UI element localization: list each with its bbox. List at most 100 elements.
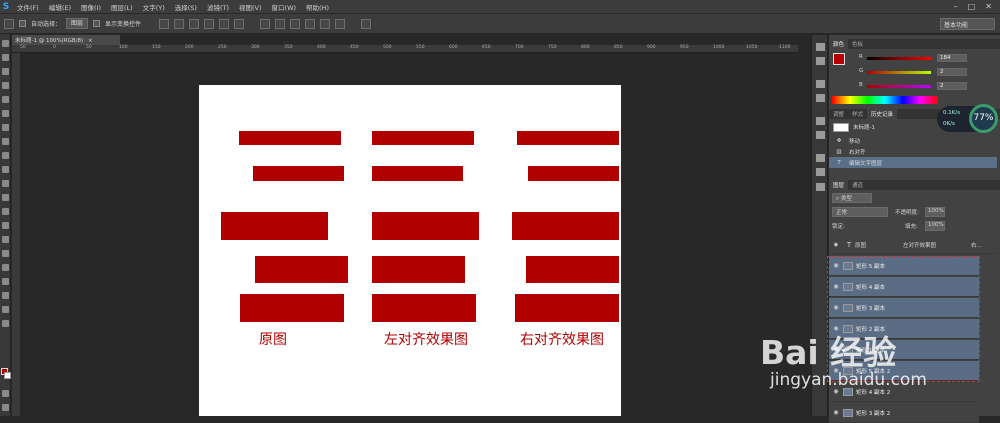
- fill-input[interactable]: 100%: [925, 221, 945, 231]
- history-panel-icon[interactable]: [816, 43, 825, 51]
- show-transform-checkbox[interactable]: [93, 20, 101, 27]
- auto-align-icon[interactable]: [361, 18, 372, 29]
- clone-source-icon[interactable]: [816, 168, 825, 176]
- blue-channel-slider[interactable]: [867, 85, 931, 88]
- menu-type[interactable]: 文字(Y): [138, 2, 170, 12]
- distribute-hcenter-icon[interactable]: [320, 18, 331, 29]
- screen-mode-icon[interactable]: [2, 404, 9, 411]
- crop-tool-icon[interactable]: [2, 96, 9, 103]
- rect-original-1[interactable]: [239, 131, 341, 145]
- menu-edit[interactable]: 编辑(E): [44, 2, 76, 12]
- history-item[interactable]: ▥ 右对齐: [829, 146, 997, 157]
- rect-right-4[interactable]: [526, 256, 619, 283]
- label-right-aligned[interactable]: 右对齐效果图: [520, 329, 604, 349]
- rect-original-2[interactable]: [253, 166, 344, 181]
- text-layer-row[interactable]: ◉ T 原图 左对齐效果图 右...: [829, 237, 997, 254]
- menu-select[interactable]: 选择(S): [170, 2, 202, 12]
- type-tool-icon[interactable]: [2, 250, 9, 257]
- move-tool-icon[interactable]: [2, 40, 9, 47]
- document-canvas[interactable]: 原图 左对齐效果图 右对齐效果图: [199, 85, 621, 416]
- hand-tool-icon[interactable]: [2, 292, 9, 299]
- tab-swatches[interactable]: 色板: [848, 39, 867, 49]
- pen-tool-icon[interactable]: [2, 236, 9, 243]
- tool-presets-icon[interactable]: [816, 154, 825, 162]
- tab-layers[interactable]: 图层: [829, 180, 849, 190]
- align-left-icon[interactable]: [204, 18, 215, 29]
- history-brush-tool-icon[interactable]: [2, 166, 9, 173]
- paragraph-panel-icon[interactable]: [816, 94, 825, 102]
- horizontal-ruler[interactable]: 50 0 50 100 150 200 250 300 350 400 450 500 550 600 65…: [12, 45, 798, 53]
- green-channel-slider[interactable]: [867, 71, 931, 74]
- menu-help[interactable]: 帮助(H): [301, 2, 334, 12]
- align-bottom-icon[interactable]: [189, 18, 200, 29]
- distribute-right-icon[interactable]: [335, 18, 346, 29]
- blue-channel-input[interactable]: 2: [937, 82, 967, 90]
- brush-tool-icon[interactable]: [2, 138, 9, 145]
- lasso-tool-icon[interactable]: [2, 68, 9, 75]
- path-select-tool-icon[interactable]: [2, 264, 9, 271]
- shape-tool-icon[interactable]: [2, 278, 9, 285]
- tab-styles[interactable]: 样式: [848, 109, 867, 119]
- green-channel-input[interactable]: 2: [937, 68, 967, 76]
- distribute-bottom-icon[interactable]: [290, 18, 301, 29]
- layer-row[interactable]: ◉ 矩形 3 副本 2: [829, 403, 979, 423]
- distribute-vcenter-icon[interactable]: [275, 18, 286, 29]
- blend-mode-dropdown[interactable]: 正常: [832, 207, 888, 217]
- photoshop-logo-icon[interactable]: S: [0, 2, 12, 12]
- gradient-tool-icon[interactable]: [2, 194, 9, 201]
- rect-right-5[interactable]: [515, 294, 619, 322]
- rect-left-2[interactable]: [372, 166, 463, 181]
- marquee-tool-icon[interactable]: [2, 54, 9, 61]
- color-foreground-swatch[interactable]: [833, 53, 845, 65]
- visibility-eye-icon[interactable]: ◉: [829, 409, 843, 416]
- brush-presets-icon[interactable]: [816, 131, 825, 139]
- zoom-tool-icon[interactable]: [2, 306, 9, 313]
- rect-original-4[interactable]: [255, 256, 348, 283]
- tab-color[interactable]: 颜色: [829, 39, 849, 49]
- tab-channels[interactable]: 通道: [848, 180, 867, 190]
- close-window-button[interactable]: ✕: [985, 2, 992, 11]
- brush-panel-icon[interactable]: [816, 117, 825, 125]
- dodge-tool-icon[interactable]: [2, 222, 9, 229]
- blur-tool-icon[interactable]: [2, 208, 9, 215]
- auto-select-dropdown[interactable]: 图层: [66, 18, 89, 29]
- rect-right-1[interactable]: [517, 131, 619, 145]
- clone-stamp-tool-icon[interactable]: [2, 152, 9, 159]
- background-color-swatch[interactable]: [4, 372, 11, 379]
- rect-left-5[interactable]: [372, 294, 476, 322]
- move-tool-preset-icon[interactable]: [4, 18, 14, 29]
- menu-window[interactable]: 窗口(W): [267, 2, 302, 12]
- history-item[interactable]: ✥ 移动: [829, 135, 997, 146]
- distribute-left-icon[interactable]: [305, 18, 316, 29]
- vertical-ruler[interactable]: [12, 53, 20, 416]
- edit-toolbar-icon[interactable]: [2, 320, 9, 327]
- label-left-aligned[interactable]: 左对齐效果图: [384, 329, 468, 349]
- tab-history[interactable]: 历史记录: [867, 109, 898, 119]
- color-spectrum-bar[interactable]: [832, 96, 938, 104]
- history-item-selected[interactable]: T 编辑文字图层: [829, 157, 997, 168]
- distribute-top-icon[interactable]: [260, 18, 271, 29]
- opacity-input[interactable]: 100%: [925, 207, 945, 217]
- rect-original-5[interactable]: [240, 294, 344, 322]
- red-channel-slider[interactable]: [867, 57, 931, 60]
- menu-file[interactable]: 文件(F): [12, 2, 44, 12]
- document-tab[interactable]: 未标题-1 @ 100%(RGB/8) ×: [12, 35, 120, 45]
- layer-kind-filter[interactable]: ⌕ 类型: [832, 193, 872, 203]
- label-original[interactable]: 原图: [259, 329, 287, 349]
- tab-adjustments[interactable]: 调整: [829, 109, 848, 119]
- eraser-tool-icon[interactable]: [2, 180, 9, 187]
- document-tab-close-icon[interactable]: ×: [88, 38, 93, 44]
- menu-filter[interactable]: 滤镜(T): [202, 2, 234, 12]
- auto-select-checkbox[interactable]: [19, 20, 26, 27]
- rect-left-4[interactable]: [372, 256, 465, 283]
- maximize-button[interactable]: □: [968, 2, 976, 11]
- menu-image[interactable]: 图像(I): [76, 2, 106, 12]
- rect-left-1[interactable]: [372, 131, 474, 145]
- align-hcenter-icon[interactable]: [219, 18, 230, 29]
- menu-layer[interactable]: 图层(L): [106, 2, 138, 12]
- red-channel-input[interactable]: 184: [937, 54, 967, 62]
- visibility-eye-icon[interactable]: ◉: [829, 242, 843, 248]
- align-vcenter-icon[interactable]: [174, 18, 185, 29]
- properties-panel-icon[interactable]: [816, 57, 825, 65]
- rect-original-3[interactable]: [221, 212, 328, 240]
